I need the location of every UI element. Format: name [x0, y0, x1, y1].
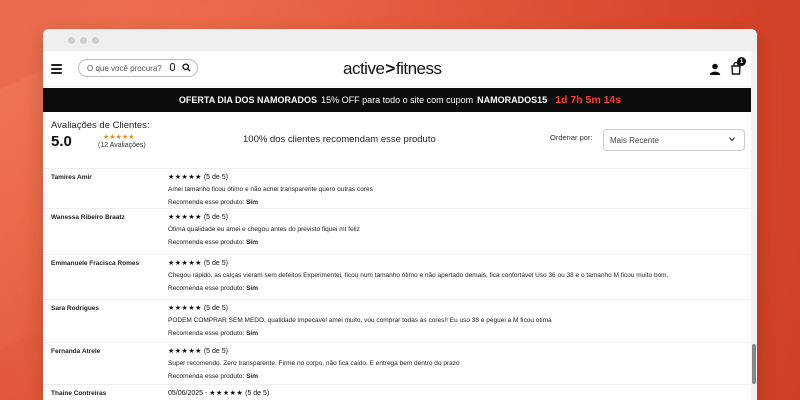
review-item: Emmanuele Fracisca Romes ★★★★★ (5 de 5) …: [43, 254, 751, 299]
review-rating-text: (5 de 5): [245, 390, 270, 397]
review-text: Amei tamanho ficou ótimo e não achei tra…: [168, 186, 373, 193]
review-text: Chegou rápido, as calças vieram sem defe…: [168, 272, 669, 279]
window-dot-3: [92, 36, 99, 44]
window-dot-1: [68, 36, 75, 44]
logo-text-right: fitness: [395, 59, 442, 78]
review-rating: ★★★★★ (5 de 5): [168, 259, 228, 267]
menu-icon[interactable]: [51, 64, 62, 74]
chevron-down-icon: [729, 137, 735, 142]
review-stars: ★★★★★: [168, 174, 202, 181]
review-rating: ★★★★★ (5 de 5): [168, 347, 228, 355]
recommend-percentage: 100% dos clientes recomendam esse produt…: [243, 134, 436, 145]
scrollbar[interactable]: [751, 51, 757, 400]
cart-count-badge: 1: [737, 57, 746, 66]
recommend-label: Recomenda esse produto:: [168, 199, 245, 206]
search-bar[interactable]: [78, 59, 198, 77]
review-stars: ★★★★★: [168, 348, 202, 355]
review-stars: ★★★★★: [209, 390, 244, 397]
review-count: (12 Avaliações): [98, 142, 146, 149]
sort-select[interactable]: Mais Recente: [603, 129, 745, 151]
recommend-value: Sim: [246, 373, 258, 380]
promo-text: 15% OFF para todo o site com cupom: [321, 95, 474, 105]
user-icon[interactable]: [709, 63, 721, 75]
review-rating: ★★★★★ (5 de 5): [168, 213, 228, 221]
reviews-title: Avaliações de Clientes:: [51, 120, 150, 131]
reviewer-name: Thaine Contreiras: [51, 390, 107, 397]
microphone-icon[interactable]: [170, 63, 175, 71]
recommend-label: Recomenda esse produto:: [168, 330, 245, 337]
promo-title: OFERTA DIA DOS NAMORADOS: [178, 95, 318, 105]
review-text: Ótima qualidade eu amei e chegou antes d…: [168, 226, 360, 233]
scrollbar-thumb[interactable]: [752, 344, 756, 384]
logo-arrow: >: [385, 59, 395, 78]
reviews-list: Tamires Amir ★★★★★ (5 de 5) Amei tamanho…: [43, 168, 751, 400]
review-rating-text: (5 de 5): [203, 260, 228, 267]
promo-banner[interactable]: OFERTA DIA DOS NAMORADOS 15% OFF para to…: [43, 88, 757, 112]
review-text: Super recomendo. Zero transparente. Firm…: [168, 360, 460, 367]
promo-timer: 1d 7h 5m 14s: [555, 94, 622, 106]
review-recommend: Recomenda esse produto: Sim: [168, 285, 258, 292]
window-titlebar: [43, 29, 757, 51]
review-rating: ★★★★★ (5 de 5): [168, 304, 228, 312]
review-rating: ★★★★★ (5 de 5): [168, 173, 228, 181]
review-stars: ★★★★★: [168, 260, 202, 267]
review-rating-text: (5 de 5): [203, 348, 228, 355]
recommend-label: Recomenda esse produto:: [168, 373, 245, 380]
recommend-label: Recomenda esse produto:: [168, 285, 245, 292]
review-item: Fernanda Atrele ★★★★★ (5 de 5) Super rec…: [43, 342, 751, 384]
sort-label: Ordenar por:: [550, 133, 593, 142]
reviews-summary: Avaliações de Clientes: 5.0 ★★★★★ (12 Av…: [43, 112, 757, 160]
recommend-value: Sim: [246, 285, 258, 292]
browser-window: active>fitness 1 OFERTA DIA DOS NAMORADO…: [43, 29, 757, 400]
review-rating: 05/06/2025 - ★★★★★ (5 de 5): [168, 390, 270, 397]
reviewer-name: Fernanda Atrele: [51, 348, 101, 355]
recommend-label: Recomenda esse produto:: [168, 239, 245, 246]
site-logo[interactable]: active>fitness: [343, 59, 442, 79]
promo-coupon: NAMORADOS15: [477, 95, 548, 105]
review-recommend: Recomenda esse produto: Sim: [168, 239, 258, 246]
sort-selected-value: Mais Recente: [610, 135, 659, 145]
review-rating-text: (5 de 5): [203, 214, 228, 221]
site-header: active>fitness 1: [43, 51, 757, 87]
review-item: Sara Rodrigues ★★★★★ (5 de 5) PODEM COMP…: [43, 299, 751, 342]
review-rating-text: (5 de 5): [203, 305, 228, 312]
review-item: Wanessa Ribeiro Braatz ★★★★★ (5 de 5) Ót…: [43, 208, 751, 254]
reviewer-name: Emmanuele Fracisca Romes: [51, 260, 140, 267]
reviewer-name: Tamires Amir: [51, 174, 92, 181]
review-date: 05/06/2025: [168, 390, 204, 397]
review-stars: ★★★★★: [168, 305, 202, 312]
review-recommend: Recomenda esse produto: Sim: [168, 373, 258, 380]
search-icon[interactable]: [182, 63, 191, 72]
recommend-value: Sim: [246, 199, 258, 206]
search-input[interactable]: [87, 63, 169, 73]
average-score: 5.0: [51, 133, 72, 150]
reviewer-name: Sara Rodrigues: [51, 305, 100, 312]
review-recommend: Recomenda esse produto: Sim: [168, 330, 258, 337]
recommend-value: Sim: [246, 239, 258, 246]
window-dot-2: [80, 36, 87, 44]
review-text: PODEM COMPRAR SEM MEDO, qualidade impeca…: [168, 317, 552, 324]
recommend-value: Sim: [246, 330, 258, 337]
review-item: Thaine Contreiras 05/06/2025 - ★★★★★ (5 …: [43, 384, 751, 400]
review-stars: ★★★★★: [168, 214, 202, 221]
review-item: Tamires Amir ★★★★★ (5 de 5) Amei tamanho…: [43, 168, 751, 208]
review-recommend: Recomenda esse produto: Sim: [168, 199, 258, 206]
review-rating-text: (5 de 5): [203, 174, 228, 181]
average-stars: ★★★★★: [103, 134, 135, 141]
reviewer-name: Wanessa Ribeiro Braatz: [51, 214, 125, 221]
logo-text-left: active: [343, 59, 385, 78]
